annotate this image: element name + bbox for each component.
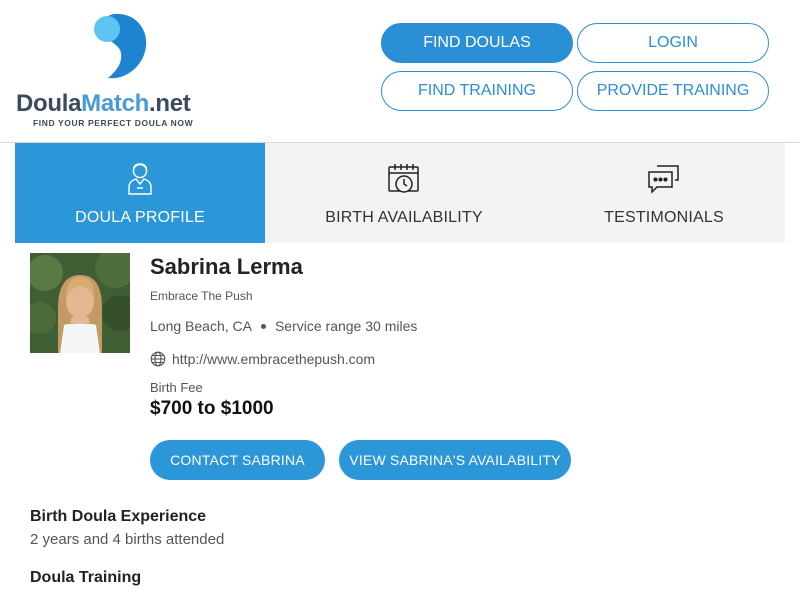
- login-button[interactable]: LOGIN: [577, 23, 769, 63]
- calendar-clock-icon: [387, 161, 421, 197]
- doula-person-icon: [123, 161, 157, 197]
- tab-testimonials[interactable]: TESTIMONIALS: [543, 143, 785, 243]
- service-range: Service range 30 miles: [274, 318, 418, 334]
- profile-tabs: DOULA PROFILE BIRTH AVAILABILITY TESTIMO…: [15, 143, 785, 243]
- website-row: http://www.embracethepush.com: [150, 351, 375, 367]
- tab-doula-profile[interactable]: DOULA PROFILE: [15, 143, 265, 243]
- globe-icon: [150, 351, 166, 367]
- find-training-button[interactable]: FIND TRAINING: [381, 71, 573, 111]
- birth-fee-label: Birth Fee: [150, 380, 203, 395]
- experience-heading: Birth Doula Experience: [30, 508, 207, 525]
- tab-label: TESTIMONIALS: [604, 209, 724, 226]
- logo-word-match: Match: [81, 90, 150, 117]
- tab-birth-availability[interactable]: BIRTH AVAILABILITY: [265, 143, 543, 243]
- chat-bubbles-icon: [647, 161, 681, 197]
- logo-word-net: .net: [149, 90, 191, 117]
- training-heading: Doula Training: [30, 569, 142, 586]
- site-header: DoulaMatch.net FIND YOUR PERFECT DOULA N…: [0, 0, 800, 143]
- logo-tagline: FIND YOUR PERFECT DOULA NOW: [33, 118, 194, 128]
- doula-location: Long Beach, CA: [150, 318, 252, 334]
- view-availability-button[interactable]: VIEW SABRINA'S AVAILABILITY: [339, 440, 571, 480]
- experience-text: 2 years and 4 births attended: [30, 531, 225, 548]
- site-logo[interactable]: DoulaMatch.net FIND YOUR PERFECT DOULA N…: [16, 12, 221, 132]
- doula-company: Embrace The Push: [150, 289, 253, 303]
- bullet-separator: [260, 323, 266, 329]
- tab-label: DOULA PROFILE: [75, 209, 205, 226]
- logo-word-doula: Doula: [16, 90, 82, 117]
- doula-photo: [30, 253, 130, 353]
- provide-training-button[interactable]: PROVIDE TRAINING: [577, 71, 769, 111]
- website-link[interactable]: http://www.embracethepush.com: [172, 351, 375, 367]
- location-row: Long Beach, CA Service range 30 miles: [150, 318, 417, 334]
- birth-fee-value: $700 to $1000: [150, 398, 274, 419]
- contact-button[interactable]: CONTACT SABRINA: [150, 440, 325, 480]
- doula-name: Sabrina Lerma: [150, 254, 303, 279]
- tab-label: BIRTH AVAILABILITY: [325, 209, 483, 226]
- logo-wordmark: DoulaMatch.net: [16, 90, 191, 118]
- find-doulas-button[interactable]: FIND DOULAS: [381, 23, 573, 63]
- logo-mark-icon: [94, 13, 147, 79]
